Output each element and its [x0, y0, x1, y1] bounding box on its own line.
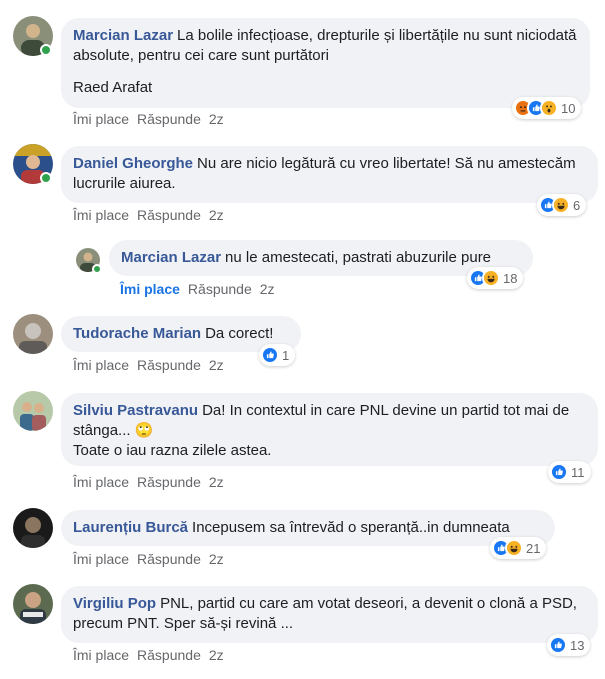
like-button[interactable]: Îmi place: [73, 551, 129, 567]
like-reaction-icon: [261, 346, 279, 364]
like-button[interactable]: Îmi place: [73, 357, 129, 373]
comment-extra-text: Toate o iau razna zilele astea.: [73, 442, 272, 459]
avatar[interactable]: [13, 391, 53, 431]
avatar[interactable]: [13, 508, 53, 548]
comment-bubble: Silviu Pastravanu Da! In contextul in car…: [61, 393, 598, 466]
comment-text: nu le amestecati, pastrati abuzurile pur…: [225, 249, 492, 266]
reaction-count: 13: [570, 637, 585, 653]
comment-text: Incepusem sa întrevăd o speranță..in dum…: [192, 519, 510, 536]
online-status-icon: [92, 264, 102, 274]
comment-actions: Îmi place Răspunde 2z: [120, 281, 275, 297]
like-button[interactable]: Îmi place: [73, 207, 129, 223]
like-reaction-icon: [550, 463, 568, 481]
reply-button[interactable]: Răspunde: [137, 357, 201, 373]
comment-actions: Îmi place Răspunde 2z: [73, 357, 224, 373]
comment-actions: Îmi place Răspunde 2z: [73, 551, 224, 567]
reaction-summary[interactable]: 11: [548, 461, 591, 483]
haha-reaction-icon: [552, 196, 570, 214]
comment-timestamp[interactable]: 2z: [209, 647, 224, 663]
reaction-summary[interactable]: 10: [512, 97, 582, 119]
reaction-count: 18: [503, 270, 518, 286]
online-status-icon: [40, 44, 52, 56]
comment-timestamp[interactable]: 2z: [209, 111, 224, 127]
haha-reaction-icon: [482, 269, 500, 287]
reply-button[interactable]: Răspunde: [137, 647, 201, 663]
reply-button[interactable]: Răspunde: [137, 207, 201, 223]
reaction-count: 11: [571, 464, 585, 480]
reply-button[interactable]: Răspunde: [137, 474, 201, 490]
haha-reaction-icon: [505, 539, 523, 557]
comment-extra-text: Raed Arafat: [73, 79, 153, 96]
reaction-count: 6: [573, 197, 581, 213]
comment-bubble: Virgiliu Pop PNL, partid cu care am votat…: [61, 586, 598, 643]
reply-button[interactable]: Răspunde: [188, 281, 252, 297]
comment-timestamp[interactable]: 2z: [260, 281, 275, 297]
comment-author[interactable]: Laurențiu Burcă: [73, 519, 188, 536]
comment-author[interactable]: Virgiliu Pop: [73, 595, 156, 612]
comment-timestamp[interactable]: 2z: [209, 551, 224, 567]
like-button[interactable]: Îmi place: [73, 111, 129, 127]
online-status-icon: [40, 172, 52, 184]
reply-button[interactable]: Răspunde: [137, 551, 201, 567]
comment-author[interactable]: Tudorache Marian: [73, 325, 201, 342]
reaction-summary[interactable]: 13: [547, 634, 591, 656]
comment-actions: Îmi place Răspunde 2z: [73, 207, 224, 223]
comment-bubble: Laurențiu Burcă Incepusem sa întrevăd o s…: [61, 510, 555, 546]
reaction-count: 1: [282, 347, 290, 363]
comment-author[interactable]: Marcian Lazar: [121, 249, 221, 266]
reaction-summary[interactable]: 1: [259, 344, 296, 366]
avatar[interactable]: [13, 314, 53, 354]
like-button[interactable]: Îmi place: [73, 647, 129, 663]
reaction-summary[interactable]: 21: [490, 537, 547, 559]
comment-timestamp[interactable]: 2z: [209, 207, 224, 223]
reaction-count: 10: [561, 100, 576, 116]
comment-author[interactable]: Silviu Pastravanu: [73, 402, 198, 419]
like-button[interactable]: Îmi place: [120, 281, 180, 297]
reaction-summary[interactable]: 18: [467, 267, 524, 289]
like-reaction-icon: [549, 636, 567, 654]
comment-author[interactable]: Daniel Gheorghe: [73, 155, 193, 172]
wow-reaction-icon: [540, 99, 558, 117]
comment-actions: Îmi place Răspunde 2z: [73, 647, 224, 663]
reaction-count: 21: [526, 540, 541, 556]
avatar[interactable]: [13, 584, 53, 624]
comment-bubble: Marcian Lazar La bolile infecțioase, drep…: [61, 18, 590, 108]
comment-bubble: Daniel Gheorghe Nu are nicio legătură cu …: [61, 146, 598, 203]
comment-actions: Îmi place Răspunde 2z: [73, 111, 224, 127]
like-button[interactable]: Îmi place: [73, 474, 129, 490]
reply-button[interactable]: Răspunde: [137, 111, 201, 127]
reaction-summary[interactable]: 6: [537, 194, 587, 216]
comment-text: Da corect!: [205, 325, 274, 342]
comment-author[interactable]: Marcian Lazar: [73, 27, 173, 44]
comment-timestamp[interactable]: 2z: [209, 474, 224, 490]
comment-timestamp[interactable]: 2z: [209, 357, 224, 373]
comment-actions: Îmi place Răspunde 2z: [73, 474, 224, 490]
emoji: 🙄: [134, 422, 154, 439]
